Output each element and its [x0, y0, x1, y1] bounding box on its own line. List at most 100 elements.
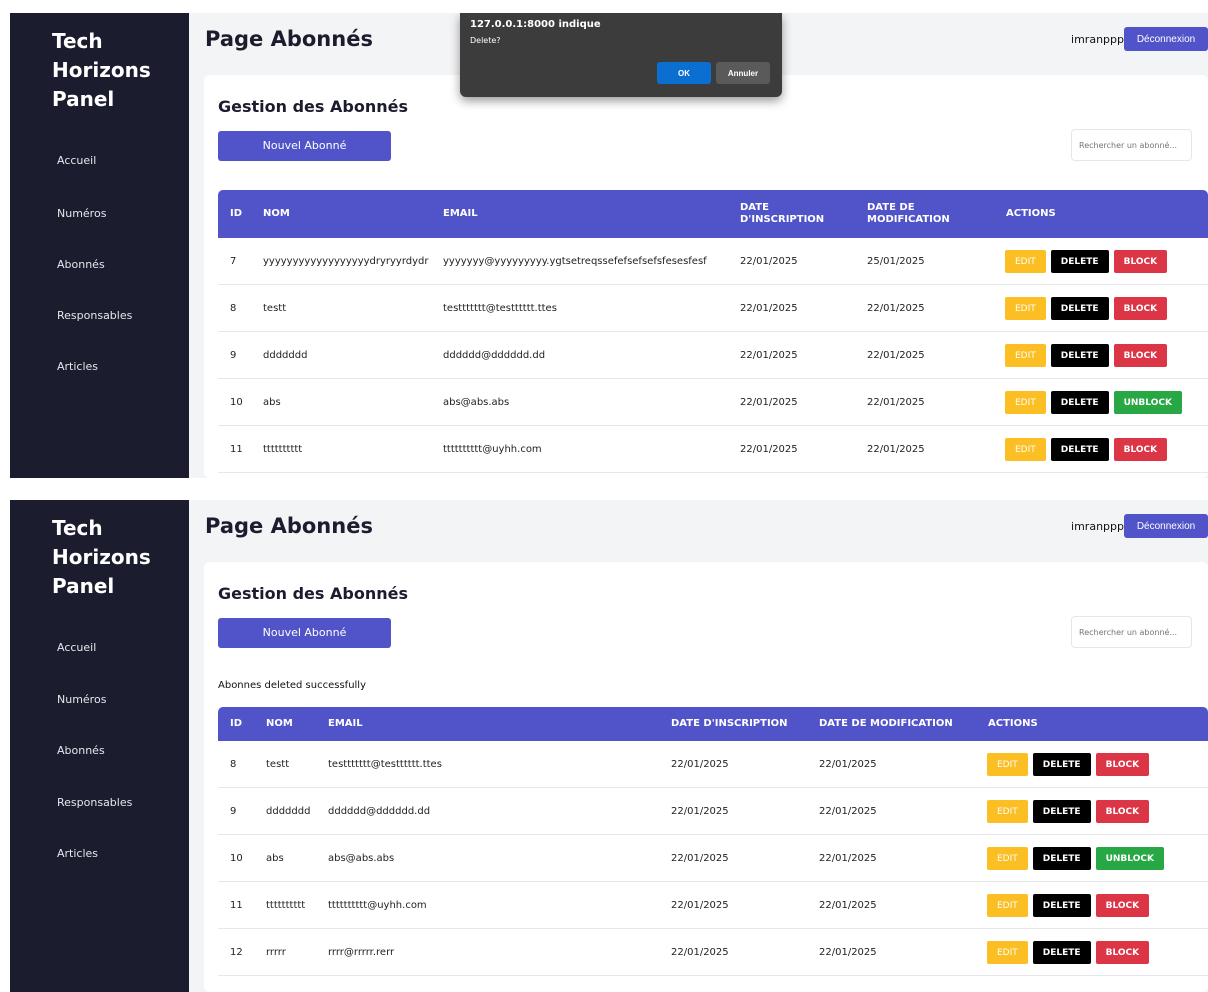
delete-button[interactable]: DELETE	[1032, 753, 1091, 776]
cell-id: 9	[230, 806, 237, 817]
block-button[interactable]: BLOCK	[1113, 344, 1168, 367]
block-button[interactable]: BLOCK	[1113, 250, 1168, 273]
cell-email: abs@abs.abs	[328, 853, 395, 864]
main-card: Gestion des Abonnés Nouvel Abonné ID NOM…	[204, 75, 1208, 478]
delete-button[interactable]: DELETE	[1032, 800, 1091, 823]
cell-date-modification: 22/01/2025	[819, 947, 877, 958]
edit-button[interactable]: EDIT	[987, 753, 1028, 776]
table-row: 12 rrrrr rrrr@rrrrr.rerr 22/01/2025 22/01/20…	[218, 929, 1208, 976]
cell-nom: yyyyyyyyyyyyyyyyyydryryyrdydr	[263, 256, 429, 267]
edit-button[interactable]: EDIT	[987, 894, 1028, 917]
cell-id: 9	[230, 350, 237, 361]
block-button[interactable]: BLOCK	[1113, 297, 1168, 320]
table-header: ID NOM EMAIL DATE D'INSCRIPTION DATE DE …	[218, 190, 1208, 238]
block-button[interactable]: BLOCK	[1113, 438, 1168, 461]
cell-date-inscription: 22/01/2025	[740, 397, 798, 408]
page-title: Page Abonnés	[205, 27, 373, 51]
table-row: 11 tttttttttt tttttttttt@uyhh.com 22/01/202…	[218, 426, 1208, 473]
cell-id: 7	[230, 256, 237, 267]
page-title: Page Abonnés	[205, 514, 373, 538]
row-actions: EDIT DELETE UNBLOCK	[1005, 391, 1182, 414]
cell-date-inscription: 22/01/2025	[671, 806, 729, 817]
edit-button[interactable]: EDIT	[1005, 438, 1046, 461]
row-actions: EDIT DELETE BLOCK	[987, 894, 1150, 917]
table-row: 11 tttttttttt tttttttttt@uyhh.com 22/01/202…	[218, 882, 1208, 929]
delete-button[interactable]: DELETE	[1050, 250, 1109, 273]
sidebar-item-abonnes[interactable]: Abonnés	[57, 744, 105, 757]
row-actions: EDIT DELETE BLOCK	[987, 753, 1150, 776]
cell-date-inscription: 22/01/2025	[671, 947, 729, 958]
cell-nom: ddddddd	[266, 806, 311, 817]
confirm-dialog: 127.0.0.1:8000 indique Delete? OK Annule…	[460, 13, 782, 97]
header-date-inscription: DATE D'INSCRIPTION	[671, 718, 788, 729]
dialog-cancel-button[interactable]: Annuler	[716, 62, 770, 84]
logout-button[interactable]: Déconnexion	[1124, 27, 1208, 51]
cell-date-modification: 25/01/2025	[867, 256, 925, 267]
edit-button[interactable]: EDIT	[1005, 391, 1046, 414]
edit-button[interactable]: EDIT	[987, 800, 1028, 823]
sidebar-item-abonnes[interactable]: Abonnés	[57, 258, 105, 271]
edit-button[interactable]: EDIT	[987, 847, 1028, 870]
header-actions: ACTIONS	[988, 718, 1038, 729]
cell-nom: testt	[263, 303, 287, 314]
delete-button[interactable]: DELETE	[1032, 941, 1091, 964]
cell-date-inscription: 22/01/2025	[740, 350, 798, 361]
edit-button[interactable]: EDIT	[1005, 250, 1046, 273]
edit-button[interactable]: EDIT	[987, 941, 1028, 964]
search-input[interactable]	[1071, 616, 1192, 648]
logout-button[interactable]: Déconnexion	[1124, 514, 1208, 538]
table-row: 9 ddddddd dddddd@dddddd.dd 22/01/2025 22/01/…	[218, 788, 1208, 835]
cell-email: testtttttt@testttttt.ttes	[443, 303, 557, 314]
delete-button[interactable]: DELETE	[1032, 847, 1091, 870]
block-button[interactable]: BLOCK	[1095, 941, 1150, 964]
header-date-inscription: DATE D'INSCRIPTION	[740, 202, 825, 225]
edit-button[interactable]: EDIT	[1005, 297, 1046, 320]
delete-button[interactable]: DELETE	[1032, 894, 1091, 917]
table-body: 8 testt testtttttt@testttttt.ttes 22/01/202…	[218, 741, 1208, 976]
block-button[interactable]: BLOCK	[1095, 800, 1150, 823]
unblock-button[interactable]: UNBLOCK	[1095, 847, 1164, 870]
cell-date-inscription: 22/01/2025	[671, 759, 729, 770]
header-id: ID	[230, 208, 243, 219]
sidebar-item-numeros[interactable]: Numéros	[57, 693, 106, 706]
table-row: 10 abs abs@abs.abs 22/01/2025 22/01/2025 EDIT…	[218, 835, 1208, 882]
cell-id: 10	[230, 853, 243, 864]
cell-nom: abs	[266, 853, 284, 864]
row-actions: EDIT DELETE BLOCK	[1005, 250, 1168, 273]
cell-email: yyyyyyy@yyyyyyyyy.ygtsetreqssefefsefsefs…	[443, 256, 707, 267]
sidebar-item-articles[interactable]: Articles	[57, 847, 98, 860]
delete-button[interactable]: DELETE	[1050, 438, 1109, 461]
cell-email: dddddd@dddddd.dd	[328, 806, 431, 817]
screenshot-after-delete: Tech Horizons Panel Accueil Numéros Abon…	[10, 500, 1208, 992]
delete-button[interactable]: DELETE	[1050, 344, 1109, 367]
header-actions: ACTIONS	[1006, 208, 1056, 219]
delete-button[interactable]: DELETE	[1050, 297, 1109, 320]
cell-date-modification: 22/01/2025	[867, 397, 925, 408]
delete-button[interactable]: DELETE	[1050, 391, 1109, 414]
cell-id: 8	[230, 759, 237, 770]
table-body: 7 yyyyyyyyyyyyyyyyyydryryyrdydr yyyyyyy@yy…	[218, 238, 1208, 473]
subscribers-table: ID NOM EMAIL DATE D'INSCRIPTION DATE DE …	[218, 707, 1208, 976]
sidebar-item-responsables[interactable]: Responsables	[57, 309, 132, 322]
sidebar-item-numeros[interactable]: Numéros	[57, 207, 106, 220]
dialog-message: Delete?	[470, 36, 501, 45]
new-subscriber-button[interactable]: Nouvel Abonné	[218, 618, 391, 648]
sidebar-item-accueil[interactable]: Accueil	[57, 154, 96, 167]
edit-button[interactable]: EDIT	[1005, 344, 1046, 367]
new-subscriber-button[interactable]: Nouvel Abonné	[218, 131, 391, 161]
cell-nom: tttttttttt	[266, 900, 306, 911]
header-nom: NOM	[263, 208, 290, 219]
sidebar: Tech Horizons Panel Accueil Numéros Abon…	[10, 13, 189, 478]
sidebar-item-accueil[interactable]: Accueil	[57, 641, 96, 654]
sidebar-item-articles[interactable]: Articles	[57, 360, 98, 373]
unblock-button[interactable]: UNBLOCK	[1113, 391, 1182, 414]
header-email: EMAIL	[328, 718, 363, 729]
row-actions: EDIT DELETE BLOCK	[1005, 438, 1168, 461]
block-button[interactable]: BLOCK	[1095, 894, 1150, 917]
dialog-ok-button[interactable]: OK	[657, 62, 711, 84]
table-header: ID NOM EMAIL DATE D'INSCRIPTION DATE DE …	[218, 707, 1208, 741]
sidebar-item-responsables[interactable]: Responsables	[57, 796, 132, 809]
cell-email: abs@abs.abs	[443, 397, 510, 408]
block-button[interactable]: BLOCK	[1095, 753, 1150, 776]
search-input[interactable]	[1071, 129, 1192, 161]
